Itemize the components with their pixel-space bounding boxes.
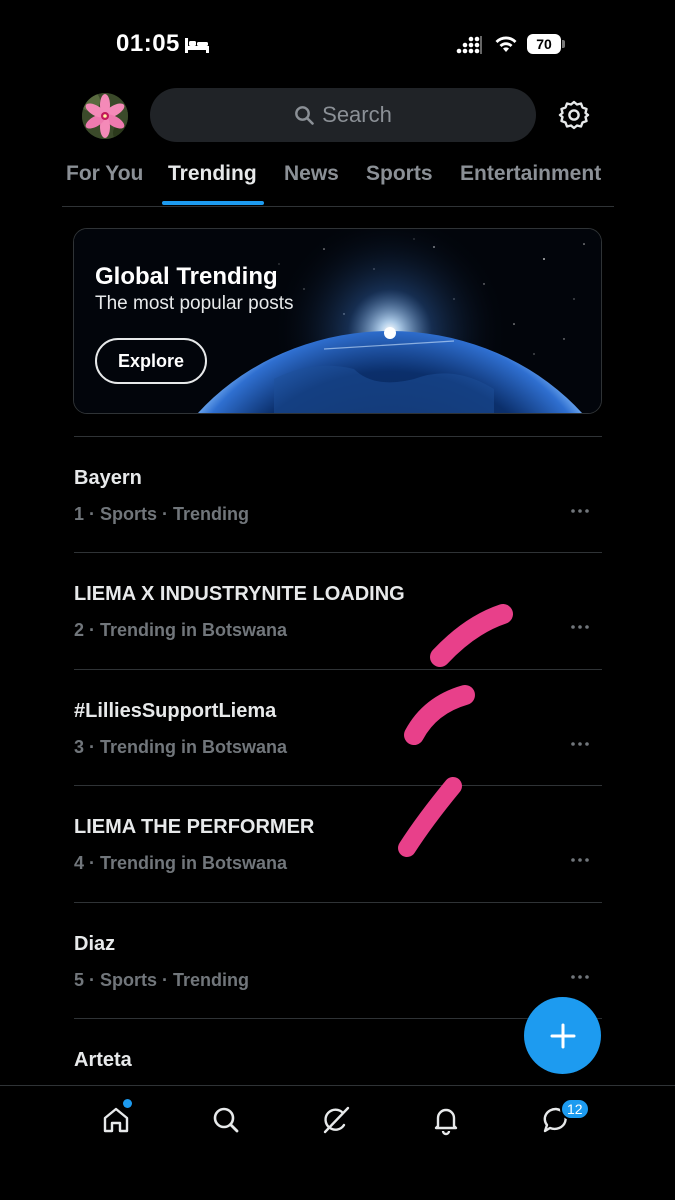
explore-button[interactable]: Explore	[95, 338, 207, 384]
tab-bar: For You Trending News Sports Entertainme…	[0, 150, 675, 206]
tab-news[interactable]: News	[284, 162, 339, 186]
more-options-icon[interactable]	[570, 623, 590, 631]
trend-meta: 5 · Sports · Trending	[74, 969, 250, 990]
tab-entertainment[interactable]: Entertainment	[460, 162, 601, 186]
tab-trending[interactable]: Trending	[168, 162, 257, 186]
plus-icon	[550, 1023, 575, 1048]
battery-level: 70	[527, 34, 561, 54]
search-icon	[213, 1107, 239, 1133]
status-time: 01:05	[116, 30, 180, 57]
home-notification-dot	[123, 1099, 132, 1108]
gear-icon[interactable]	[558, 99, 590, 131]
trend-title: #LilliesSupportLiema	[74, 699, 277, 722]
trend-item[interactable]: LIEMA THE PERFORMER 4 · Trending in Bots…	[74, 785, 602, 901]
banner-subtitle: The most popular posts	[95, 293, 294, 314]
home-icon	[103, 1107, 129, 1133]
messages-badge: 12	[560, 1098, 590, 1120]
nav-notifications[interactable]	[426, 1100, 466, 1140]
trend-item[interactable]: Bayern 1 · Sports · Trending	[74, 436, 602, 552]
trend-title: Arteta	[74, 1048, 132, 1071]
tab-sports[interactable]: Sports	[366, 162, 433, 186]
wifi-icon	[495, 36, 517, 52]
trend-item[interactable]: LIEMA X INDUSTRYNITE LOADING 2 · Trendin…	[74, 552, 602, 668]
screen: 01:05 70 Search For You Trending News Sp…	[0, 0, 675, 1200]
battery-icon: 70	[527, 34, 565, 54]
trend-item[interactable]: Diaz 5 · Sports · Trending	[74, 901, 602, 1018]
trend-meta: 4 · Trending in Botswana	[74, 853, 288, 874]
more-options-icon[interactable]	[570, 507, 590, 515]
banner-title: Global Trending	[95, 263, 278, 290]
bed-icon	[185, 38, 209, 53]
global-trending-banner[interactable]: Global Trending The most popular posts E…	[73, 228, 602, 414]
grok-icon	[323, 1106, 350, 1134]
tab-for-you[interactable]: For You	[66, 162, 143, 186]
trend-title: LIEMA THE PERFORMER	[74, 816, 315, 839]
trend-title: Diaz	[74, 932, 116, 955]
trend-title: Bayern	[74, 467, 142, 489]
cellular-signal-icon	[456, 36, 482, 54]
bottom-navigation: 12	[0, 1085, 675, 1200]
active-tab-indicator	[162, 201, 264, 205]
search-bar[interactable]: Search	[150, 88, 536, 142]
nav-search[interactable]	[206, 1100, 246, 1140]
more-options-icon[interactable]	[570, 740, 590, 748]
trend-title: LIEMA X INDUSTRYNITE LOADING	[74, 583, 405, 606]
earth-space-image	[74, 229, 601, 413]
more-options-icon[interactable]	[570, 973, 590, 981]
search-icon	[295, 106, 314, 125]
status-bar: 01:05 70	[0, 0, 675, 90]
bell-icon	[434, 1108, 458, 1136]
avatar[interactable]	[82, 93, 128, 139]
search-placeholder: Search	[322, 102, 392, 127]
compose-button[interactable]	[524, 997, 601, 1074]
divider	[62, 206, 614, 207]
trend-meta: 3 · Trending in Botswana	[74, 736, 288, 757]
trend-meta: 1 · Sports · Trending	[74, 504, 250, 524]
more-options-icon[interactable]	[570, 856, 590, 864]
trend-meta: 2 · Trending in Botswana	[74, 620, 288, 641]
nav-grok[interactable]	[316, 1100, 356, 1140]
trend-list: Bayern 1 · Sports · Trending LIEMA X IND…	[74, 436, 602, 1134]
trend-item[interactable]: #LilliesSupportLiema 3 · Trending in Bot…	[74, 668, 602, 785]
flower-avatar-image	[82, 93, 128, 139]
